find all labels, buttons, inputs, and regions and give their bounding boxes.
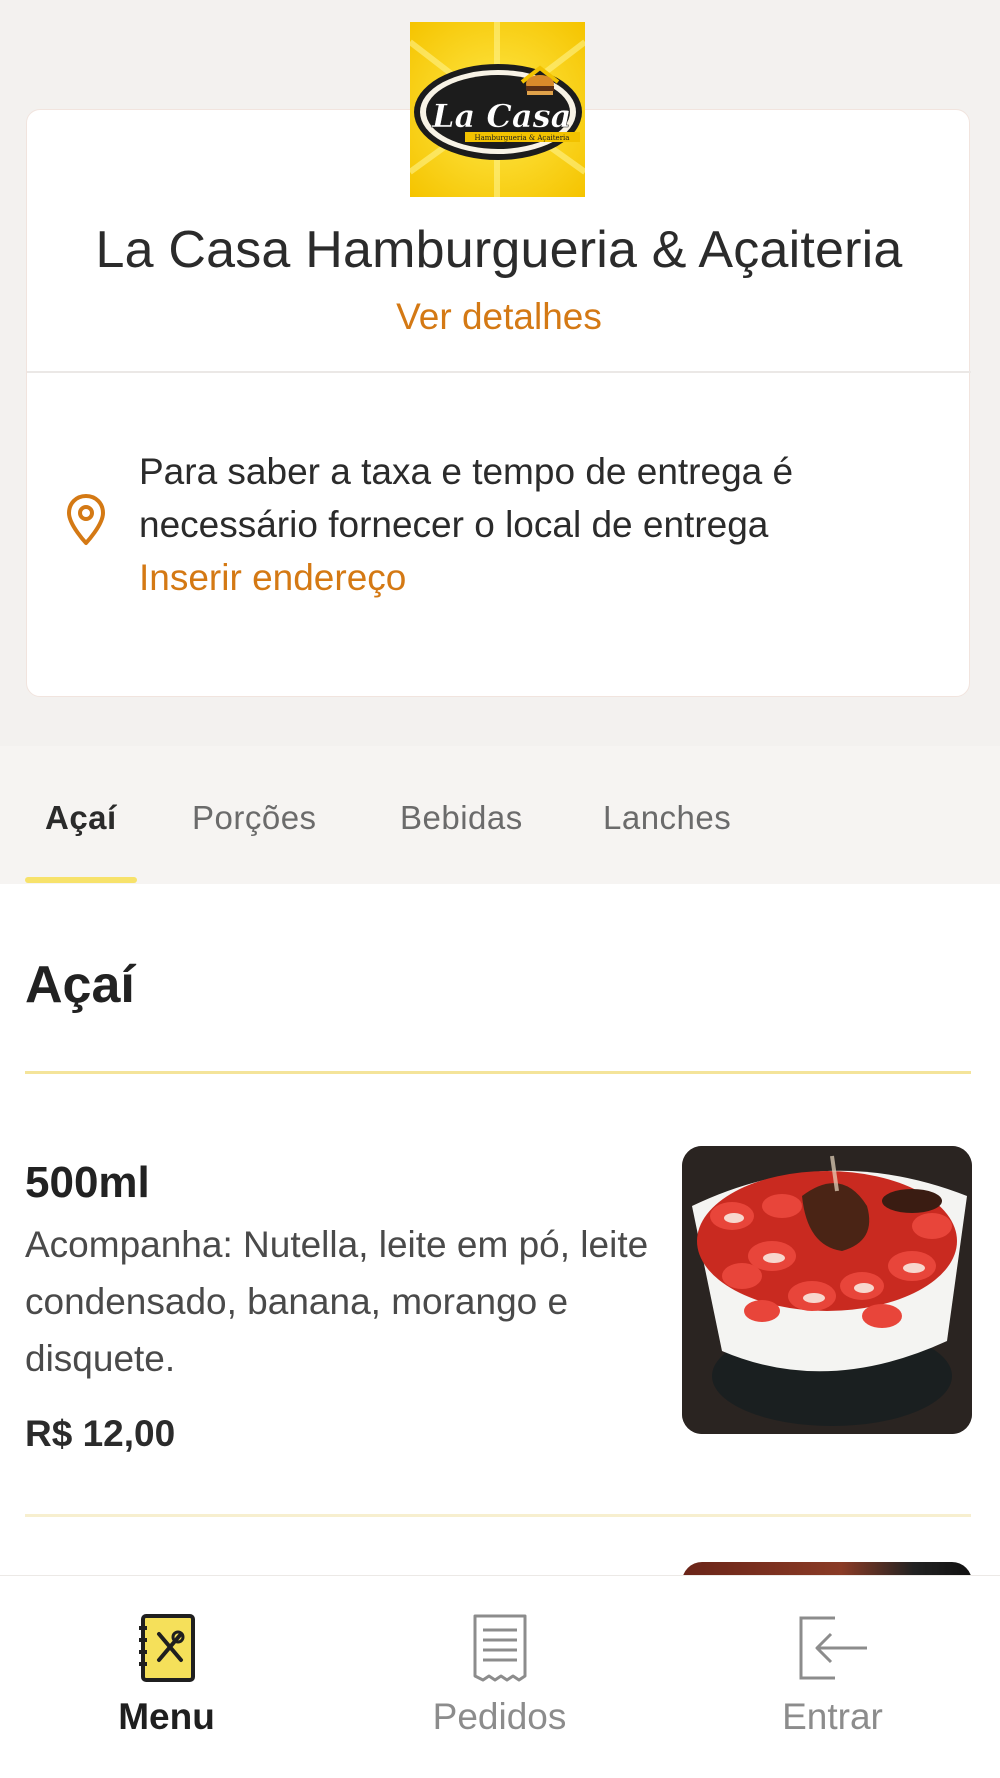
menu-book-icon <box>137 1612 197 1689</box>
svg-text:Hamburgueria & Açaiteria: Hamburgueria & Açaiteria <box>475 134 570 142</box>
nav-pedidos[interactable]: Pedidos <box>333 1576 666 1778</box>
product-item[interactable]: 500ml Acompanha: Nutella, leite em pó, l… <box>0 1140 1000 1490</box>
store-info-card: La Casa Hamburgueria & Açaiteria Ver det… <box>26 109 971 697</box>
svg-text:La Casa: La Casa <box>431 97 571 135</box>
nav-entrar[interactable]: Entrar <box>666 1576 999 1778</box>
nav-menu-label: Menu <box>118 1696 215 1737</box>
delivery-info-text: Para saber a taxa e tempo de entrega é n… <box>139 451 794 545</box>
nav-menu[interactable]: Menu <box>0 1576 333 1778</box>
bottom-navigation: Menu Pedidos Entrar <box>0 1575 1000 1778</box>
store-logo: La Casa Hamburgueria & Açaiteria <box>408 22 587 197</box>
section-title: Açaí <box>25 956 135 1014</box>
product-divider <box>25 1514 971 1517</box>
card-divider <box>27 371 971 373</box>
tab-bebidas[interactable]: Bebidas <box>400 799 523 837</box>
nav-entrar-label: Entrar <box>782 1696 883 1737</box>
insert-address-link[interactable]: Inserir endereço <box>139 551 406 604</box>
section-divider <box>25 1071 971 1074</box>
product-description: Acompanha: Nutella, leite em pó, leite c… <box>25 1224 649 1379</box>
category-tabs: Açaí Porções Bebidas Lanches <box>0 746 1000 884</box>
tab-lanches[interactable]: Lanches <box>603 799 731 837</box>
product-price: R$ 12,00 <box>25 1413 176 1454</box>
tab-acai[interactable]: Açaí <box>45 799 117 837</box>
store-name: La Casa Hamburgueria & Açaiteria <box>95 221 903 279</box>
login-icon <box>795 1612 871 1689</box>
location-pin-icon <box>65 493 107 547</box>
tab-porcoes[interactable]: Porções <box>192 799 317 837</box>
product-name: 500ml <box>25 1158 150 1207</box>
view-details-link[interactable]: Ver detalhes <box>27 296 971 338</box>
receipt-icon <box>469 1612 531 1689</box>
product-image <box>682 1146 972 1434</box>
active-tab-indicator <box>25 877 137 883</box>
nav-pedidos-label: Pedidos <box>432 1696 567 1737</box>
